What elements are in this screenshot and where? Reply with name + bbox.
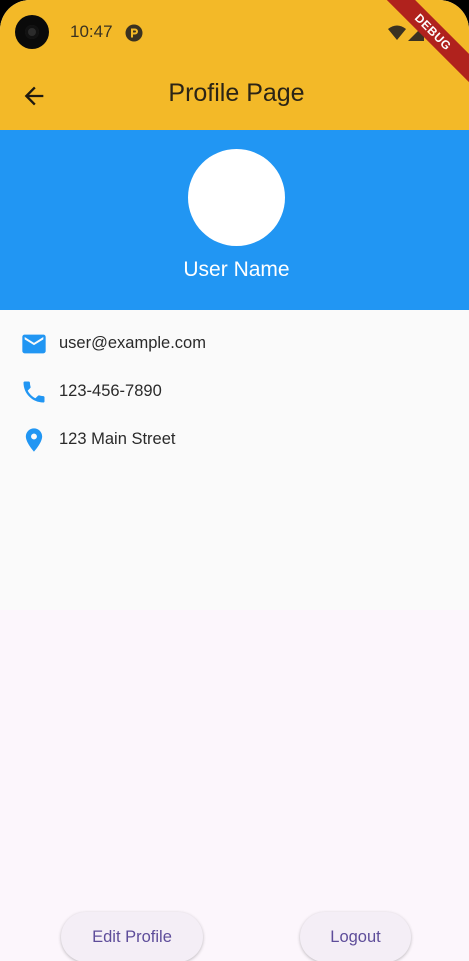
phone-row: 123-456-7890 bbox=[20, 378, 420, 406]
camera-cutout bbox=[15, 15, 49, 49]
contact-info-section: user@example.com 123-456-7890 123 Main S… bbox=[0, 310, 469, 610]
email-icon bbox=[22, 334, 46, 354]
app-bar: 10:47 DEBUG Profile Page bbox=[0, 0, 469, 130]
location-icon bbox=[25, 428, 43, 452]
address-text: 123 Main Street bbox=[59, 430, 176, 448]
phone-icon bbox=[23, 381, 45, 403]
address-row: 123 Main Street bbox=[20, 426, 420, 454]
email-text: user@example.com bbox=[59, 334, 206, 352]
logout-button[interactable]: Logout bbox=[300, 912, 411, 961]
app-screen: 10:47 DEBUG Profile Page User Name user@… bbox=[0, 0, 469, 961]
user-name: User Name bbox=[183, 258, 290, 281]
status-time: 10:47 bbox=[70, 22, 113, 41]
page-title: Profile Page bbox=[168, 79, 305, 107]
edit-profile-button[interactable]: Edit Profile bbox=[61, 912, 203, 961]
wifi-icon bbox=[388, 25, 406, 40]
debug-banner: DEBUG bbox=[376, 0, 469, 89]
phone-text: 123-456-7890 bbox=[59, 382, 162, 400]
notification-icon bbox=[125, 24, 143, 42]
email-row: user@example.com bbox=[20, 330, 420, 358]
profile-header: User Name bbox=[0, 130, 469, 310]
avatar bbox=[188, 149, 285, 246]
status-bar: 10:47 DEBUG bbox=[0, 0, 469, 89]
